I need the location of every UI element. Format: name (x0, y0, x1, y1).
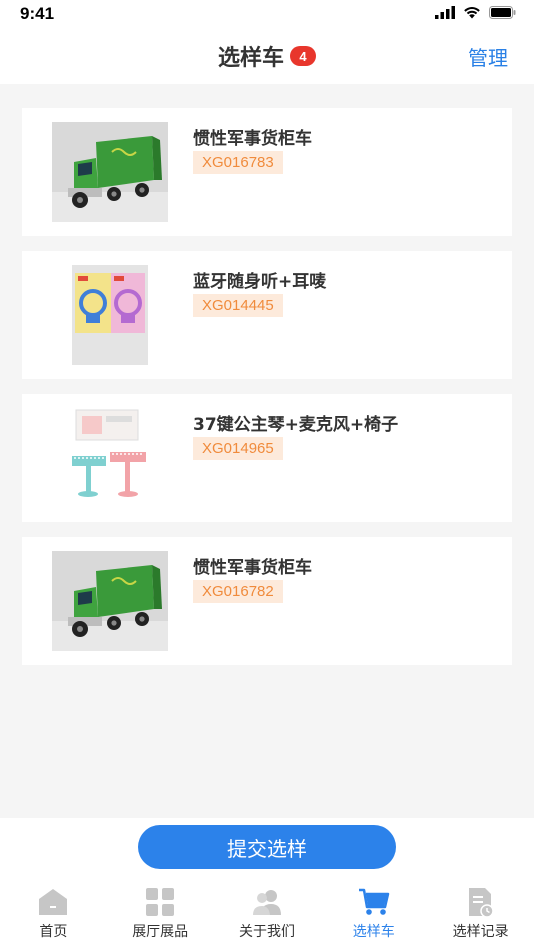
tab-about[interactable]: 关于我们 (214, 882, 321, 950)
users-icon (250, 885, 284, 919)
piano-image (70, 408, 150, 508)
product-thumbnail (52, 265, 168, 365)
home-icon (36, 885, 70, 919)
cart-icon (357, 885, 391, 919)
tab-bar: 首页 展厅展品 关于我们 选样车 选样记录 (0, 882, 534, 950)
sample-cart-list: 惯性军事货柜车 XG016783 蓝牙随身听+耳唛 XG014445 37键公主… (22, 108, 512, 680)
product-code: XG014445 (193, 294, 283, 317)
product-name: 蓝牙随身听+耳唛 (193, 272, 327, 292)
record-icon (464, 885, 498, 919)
product-code: XG016782 (193, 580, 283, 603)
status-bar: 9:41 (0, 0, 534, 28)
tab-label: 选样记录 (452, 924, 509, 940)
tab-label: 首页 (39, 924, 68, 940)
page-title: 选样车 (217, 46, 284, 71)
submit-selection-button[interactable]: 提交选样 (138, 825, 396, 869)
cart-item[interactable]: 蓝牙随身听+耳唛 XG014445 (22, 251, 512, 379)
truck-image (52, 122, 168, 222)
status-icons (435, 6, 516, 19)
cart-count-badge: 4 (290, 46, 316, 66)
manage-button[interactable]: 管理 (468, 42, 508, 71)
cart-item[interactable]: 惯性军事货柜车 XG016783 (22, 108, 512, 236)
tab-label: 选样车 (352, 924, 395, 940)
tab-sample-cart[interactable]: 选样车 (320, 882, 427, 950)
tab-sample-records[interactable]: 选样记录 (427, 882, 534, 950)
product-thumbnail (52, 551, 168, 651)
product-name: 37键公主琴+麦克风+椅子 (193, 415, 399, 435)
product-code: XG014965 (193, 437, 283, 460)
bottom-area: 提交选样 首页 展厅展品 关于我们 选样车 选样记录 (0, 818, 534, 950)
signal-icon (435, 6, 455, 19)
product-name: 惯性军事货柜车 (193, 558, 312, 578)
status-time: 9:41 (20, 4, 55, 23)
tab-label: 关于我们 (238, 924, 295, 940)
title-group: 选样车 4 (0, 40, 534, 72)
product-code: XG016783 (193, 151, 283, 174)
tab-label: 展厅展品 (132, 924, 189, 940)
product-thumbnail (52, 408, 168, 508)
truck-image (52, 551, 168, 651)
headset-image (72, 265, 148, 365)
product-name: 惯性军事货柜车 (193, 129, 312, 149)
tab-home[interactable]: 首页 (0, 882, 107, 950)
tab-showroom[interactable]: 展厅展品 (107, 882, 214, 950)
nav-bar: 选样车 4 管理 (0, 28, 534, 84)
product-thumbnail (52, 122, 168, 222)
cart-item[interactable]: 37键公主琴+麦克风+椅子 XG014965 (22, 394, 512, 522)
grid-icon (143, 885, 177, 919)
cart-item[interactable]: 惯性军事货柜车 XG016782 (22, 537, 512, 665)
battery-icon (489, 6, 516, 19)
wifi-icon (464, 7, 480, 19)
